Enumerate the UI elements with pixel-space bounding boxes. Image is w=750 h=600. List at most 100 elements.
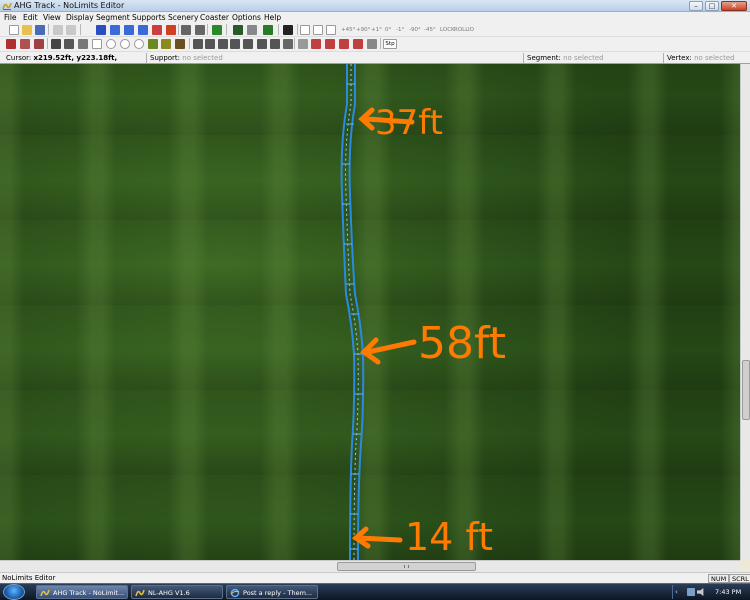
minimize-button[interactable]: –: [689, 1, 703, 11]
add-point-b-icon[interactable]: [325, 39, 335, 49]
volume-icon[interactable]: [697, 588, 704, 596]
roll-button[interactable]: ROLL: [454, 25, 468, 35]
structure-d-icon[interactable]: [230, 39, 240, 49]
menu-help[interactable]: Help: [264, 12, 281, 23]
network-icon[interactable]: [687, 588, 695, 596]
horizontal-scrollbar[interactable]: [0, 560, 740, 572]
lock-button[interactable]: LOCK: [440, 25, 455, 35]
pencil-icon[interactable]: [51, 39, 61, 49]
align-vertex-icon[interactable]: [138, 25, 148, 35]
camera-icon[interactable]: [283, 25, 293, 35]
station-icon[interactable]: [152, 25, 162, 35]
tree-icon[interactable]: [233, 25, 243, 35]
annotation-37ft: 37ft: [358, 103, 443, 143]
title-bar: AHG Track - NoLimits Editor – □ ✕: [0, 0, 750, 12]
roll-plus45-button[interactable]: +45°: [341, 25, 355, 35]
slope-icon[interactable]: [161, 39, 171, 49]
pointer-icon[interactable]: [298, 39, 308, 49]
save-icon[interactable]: [35, 25, 45, 35]
annotation-37ft-label: 37ft: [375, 103, 443, 143]
support-icon[interactable]: [20, 39, 30, 49]
new-file-icon[interactable]: [9, 25, 19, 35]
anchor-icon[interactable]: [367, 39, 377, 49]
menu-file[interactable]: File: [4, 12, 17, 23]
add-point-a-icon[interactable]: [311, 39, 321, 49]
toolbar-separator: [178, 24, 179, 35]
flag-icon[interactable]: [283, 39, 293, 49]
toolbar-separator: [226, 24, 227, 35]
horizontal-scroll-thumb[interactable]: [337, 562, 476, 571]
menu-coaster[interactable]: Coaster: [200, 12, 229, 23]
internet-explorer-icon: [230, 588, 240, 598]
menu-supports[interactable]: Supports: [132, 12, 166, 23]
track-rail-left[interactable]: [340, 64, 356, 560]
menu-options[interactable]: Options: [232, 12, 261, 23]
delete-vertex-icon[interactable]: [124, 25, 134, 35]
zoom-out-icon[interactable]: [195, 25, 205, 35]
grid-icon[interactable]: [300, 25, 310, 35]
close-button[interactable]: ✕: [721, 1, 747, 11]
segment-value: no selected: [563, 54, 604, 62]
undo-icon[interactable]: [53, 25, 63, 35]
ramp-icon[interactable]: [148, 39, 158, 49]
forest-icon[interactable]: [263, 25, 273, 35]
ruler-icon[interactable]: [326, 25, 336, 35]
start-button[interactable]: [3, 584, 25, 600]
track-segment-icon[interactable]: [96, 25, 106, 35]
menu-segment[interactable]: Segment: [96, 12, 130, 23]
editor-canvas[interactable]: 37ft 58ft 14 ft: [0, 64, 740, 560]
coaster-car-icon[interactable]: [6, 39, 16, 49]
menu-display[interactable]: Display: [66, 12, 94, 23]
menu-edit[interactable]: Edit: [23, 12, 38, 23]
menu-bar: File Edit View Display Segment Supports …: [0, 12, 750, 23]
vertical-scrollbar[interactable]: [740, 64, 750, 560]
clock[interactable]: 7:43 PM: [715, 585, 741, 599]
insert-vertex-icon[interactable]: [110, 25, 120, 35]
roll-plus90-button[interactable]: +90°: [356, 25, 370, 35]
circle-support-icon[interactable]: [106, 39, 116, 49]
roll-minus45-button[interactable]: -45°: [424, 25, 436, 35]
task-post-reply[interactable]: Post a reply - Them...: [226, 585, 318, 599]
add-point-d-icon[interactable]: [353, 39, 363, 49]
redo-icon[interactable]: [66, 25, 76, 35]
pole-icon[interactable]: [78, 39, 88, 49]
maximize-button[interactable]: □: [705, 1, 719, 11]
round-support-icon[interactable]: [120, 39, 130, 49]
menu-view[interactable]: View: [43, 12, 61, 23]
vertex-status: Vertex: no selected: [663, 53, 750, 63]
track-view[interactable]: 37ft 58ft 14 ft: [0, 64, 740, 560]
roll-plus1-button[interactable]: +1°: [371, 25, 382, 35]
roll-zero-button[interactable]: 0°: [385, 25, 391, 35]
structure-e-icon[interactable]: [243, 39, 253, 49]
3d-view-icon[interactable]: [166, 25, 176, 35]
terrain-icon[interactable]: [212, 25, 222, 35]
beam-icon[interactable]: [92, 39, 102, 49]
task-ahg-track[interactable]: AHG Track - NoLimit...: [36, 585, 128, 599]
roll-minus90-button[interactable]: -90°: [409, 25, 421, 35]
tray-expand-icon[interactable]: ‹: [675, 585, 678, 599]
structure-a-icon[interactable]: [193, 39, 203, 49]
wrench-icon[interactable]: [64, 39, 74, 49]
structure-b-icon[interactable]: [205, 39, 215, 49]
structure-c-icon[interactable]: [218, 39, 228, 49]
step-button[interactable]: Stp: [383, 39, 397, 49]
task-label: Post a reply - Them...: [243, 589, 313, 597]
structure-g-icon[interactable]: [270, 39, 280, 49]
add-point-c-icon[interactable]: [339, 39, 349, 49]
open-folder-icon[interactable]: [22, 25, 32, 35]
diagonal-icon[interactable]: [175, 39, 185, 49]
annotation-58ft: 58ft: [360, 318, 506, 369]
roll-minus1-button[interactable]: -1°: [396, 25, 404, 35]
vertical-scroll-thumb[interactable]: [742, 360, 750, 420]
structure-f-icon[interactable]: [257, 39, 267, 49]
globe-icon[interactable]: [247, 25, 257, 35]
zoom-in-icon[interactable]: [181, 25, 191, 35]
menu-scenery[interactable]: Scenery: [168, 12, 198, 23]
ring-support-icon[interactable]: [134, 39, 144, 49]
io-button[interactable]: IO: [468, 25, 474, 35]
task-nl-ahg[interactable]: NL-AHG V1.6: [131, 585, 223, 599]
track-spine: [345, 64, 359, 560]
snap-icon[interactable]: [313, 25, 323, 35]
footer-icon[interactable]: [34, 39, 44, 49]
window-title: AHG Track - NoLimits Editor: [14, 1, 125, 10]
